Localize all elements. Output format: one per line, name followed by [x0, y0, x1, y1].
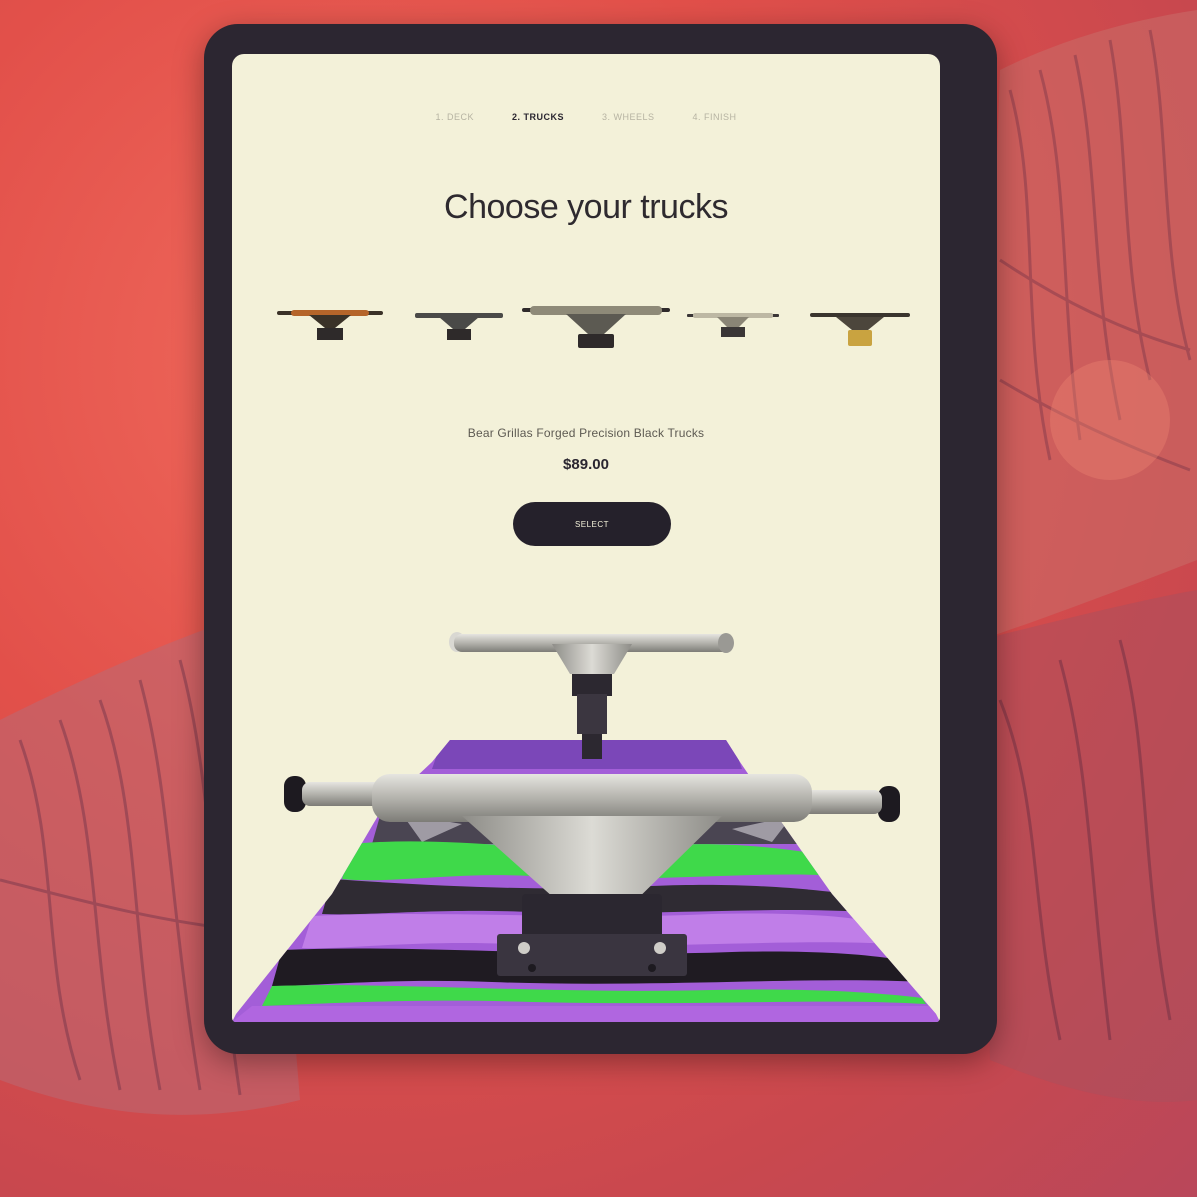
step-wheels[interactable]: 3. WHEELS [602, 112, 655, 122]
tablet-device: 1. DECK 2. TRUCKS 3. WHEELS 4. FINISH Ch… [204, 24, 997, 1054]
truck-thumbnail-icon [277, 310, 383, 340]
step-deck[interactable]: 1. DECK [435, 112, 474, 122]
truck-option-3[interactable] [522, 300, 670, 350]
product-price: $89.00 [563, 456, 609, 473]
rear-truck [449, 632, 734, 759]
truck-thumbnail-icon [415, 313, 503, 340]
truck-carousel [232, 300, 940, 360]
select-button[interactable]: SELECT [513, 502, 671, 546]
truck-option-2[interactable] [415, 310, 503, 342]
step-finish[interactable]: 4. FINISH [693, 112, 737, 122]
truck-thumbnail-icon [687, 313, 779, 337]
app-screen: 1. DECK 2. TRUCKS 3. WHEELS 4. FINISH Ch… [232, 54, 940, 1022]
truck-option-1[interactable] [277, 308, 383, 342]
truck-thumbnail-icon [522, 306, 670, 348]
truck-option-4[interactable] [687, 310, 779, 342]
step-trucks[interactable]: 2. TRUCKS [512, 112, 564, 122]
page-title: Choose your trucks [444, 188, 728, 226]
step-navigation: 1. DECK 2. TRUCKS 3. WHEELS 4. FINISH [232, 112, 940, 122]
truck-thumbnail-icon [810, 313, 910, 346]
truck-option-5[interactable] [810, 310, 910, 350]
product-name: Bear Grillas Forged Precision Black Truc… [467, 426, 705, 440]
skateboard-3d-preview[interactable] [232, 594, 940, 1022]
